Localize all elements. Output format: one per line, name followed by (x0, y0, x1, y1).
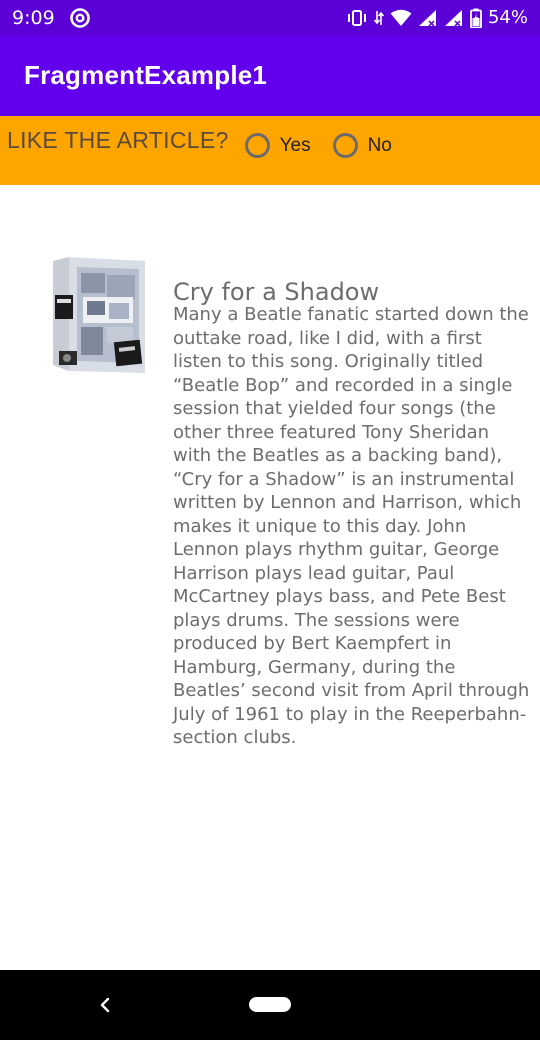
article-body: Many a Beatle fanatic started down the o… (173, 304, 530, 748)
home-pill-icon[interactable] (249, 997, 291, 1012)
article-title: Cry for a Shadow (173, 277, 380, 306)
status-left: 9:09 (12, 7, 91, 29)
radio-no[interactable]: No (332, 133, 392, 158)
rating-question: LIKE THE ARTICLE? (7, 127, 229, 153)
status-right: 54% (346, 7, 528, 28)
vibrate-icon (346, 9, 368, 27)
radio-yes-label[interactable]: Yes (280, 135, 311, 157)
navigation-bar (0, 970, 540, 1040)
app-bar: FragmentExample1 (0, 35, 540, 116)
at-sign-icon (69, 7, 91, 29)
radio-no-label[interactable]: No (368, 135, 392, 157)
radio-button-icon[interactable] (244, 133, 270, 158)
rating-fragment: LIKE THE ARTICLE? Yes No (0, 116, 540, 185)
app-title: FragmentExample1 (24, 60, 268, 90)
battery-icon (470, 8, 482, 28)
status-bar: 9:09 54% (0, 0, 540, 35)
radio-button-icon[interactable] (332, 133, 358, 158)
radio-yes[interactable]: Yes (244, 133, 311, 158)
album-image (47, 255, 149, 373)
wifi-icon (390, 9, 412, 27)
signal-icon (444, 9, 464, 27)
signal-icon (418, 9, 438, 27)
status-time: 9:09 (12, 6, 55, 29)
data-arrows-icon (373, 9, 384, 27)
back-icon[interactable] (94, 992, 116, 1018)
battery-percentage: 54% (487, 7, 528, 28)
